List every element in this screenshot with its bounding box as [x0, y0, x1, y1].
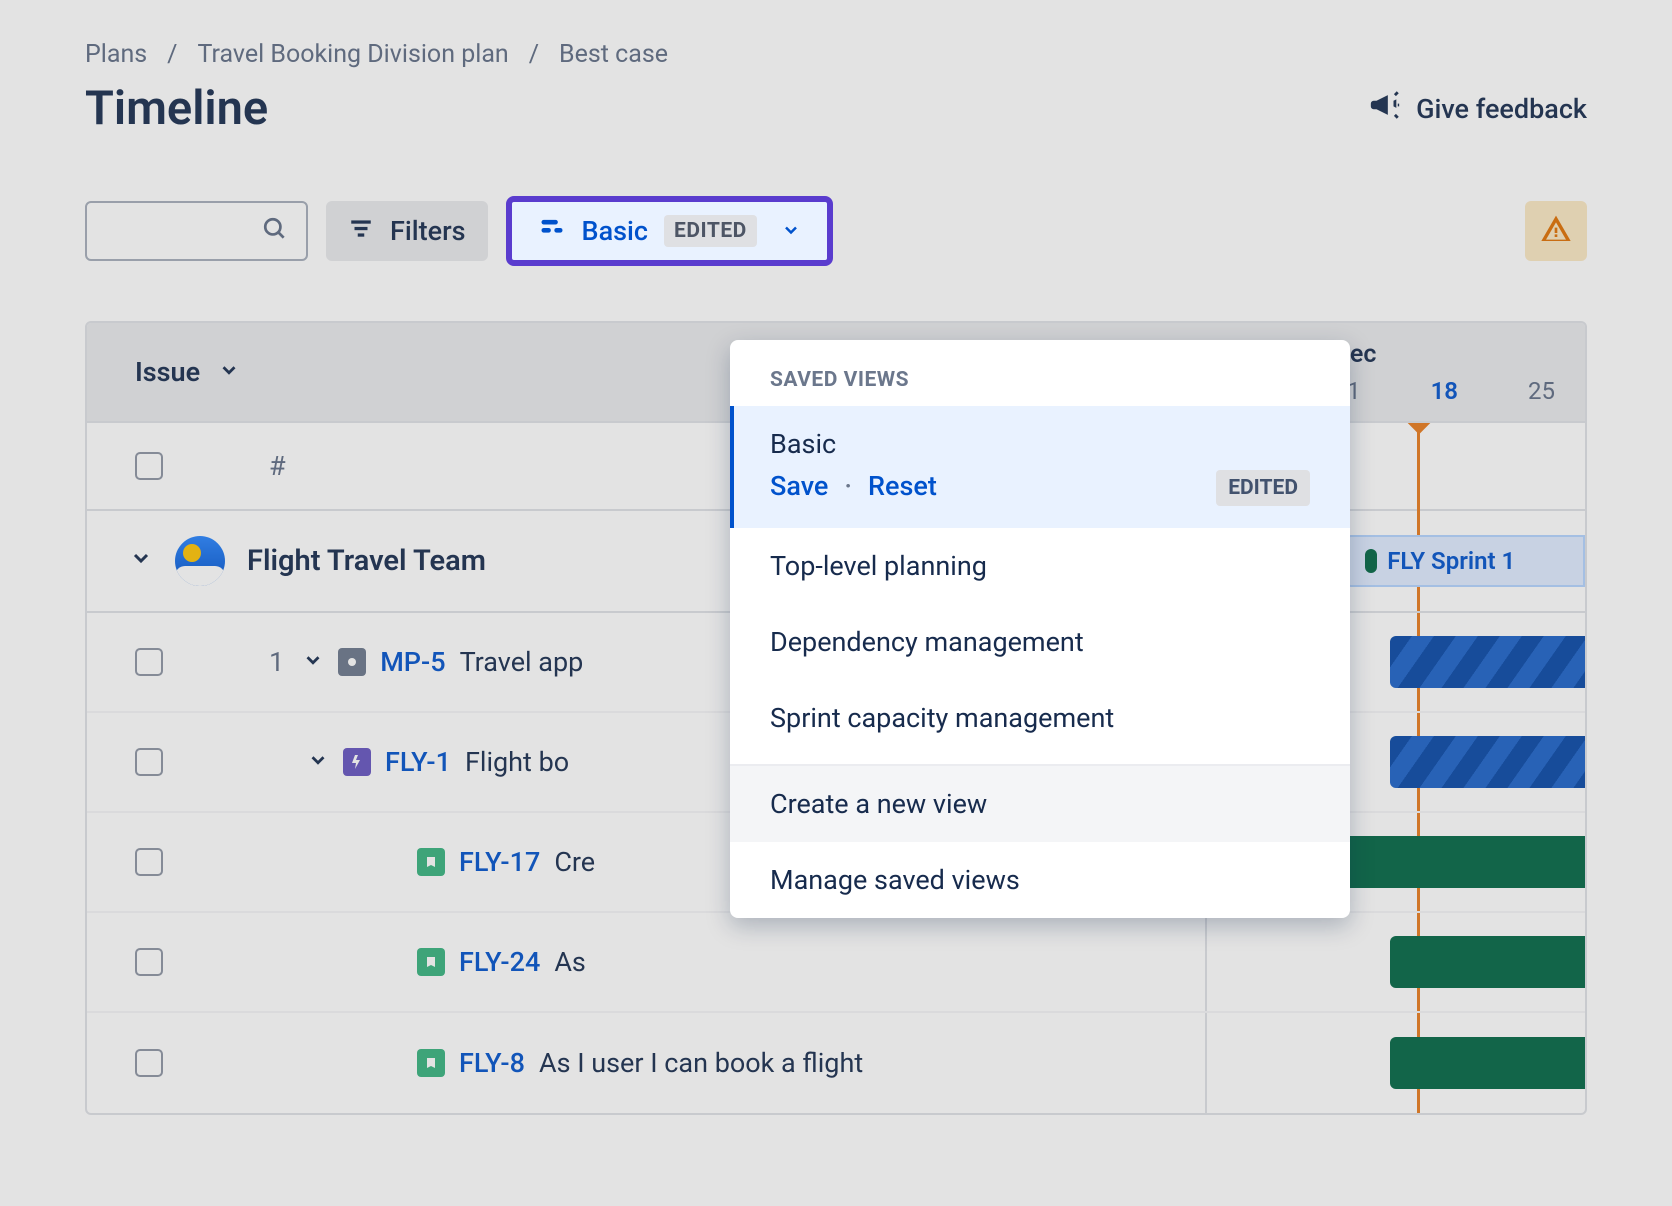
give-feedback-button[interactable]: Give feedback [1368, 88, 1587, 129]
breadcrumb-scenario[interactable]: Best case [559, 40, 668, 69]
view-icon [538, 214, 566, 249]
issue-title: Cre [554, 846, 595, 878]
chevron-down-icon[interactable] [307, 746, 329, 778]
feedback-label: Give feedback [1416, 93, 1587, 125]
row-checkbox[interactable] [135, 648, 163, 676]
issue-column-label: Issue [135, 356, 200, 388]
epic-icon [343, 748, 371, 776]
view-selector-button[interactable]: Basic EDITED [506, 196, 833, 266]
timeline-bar[interactable] [1390, 1037, 1585, 1089]
issue-key[interactable]: FLY-8 [459, 1047, 525, 1079]
story-icon [417, 948, 445, 976]
save-view-link[interactable]: Save [770, 470, 828, 502]
saved-view-name: Basic [770, 428, 1310, 460]
story-icon [417, 848, 445, 876]
chevron-down-icon[interactable] [302, 646, 324, 678]
sprint-pill-active[interactable]: FLY Sprint 1 [1345, 535, 1585, 587]
timeline-bar[interactable] [1390, 636, 1585, 688]
edited-badge: EDITED [1216, 470, 1310, 506]
row-checkbox[interactable] [135, 848, 163, 876]
issue-title: As [554, 946, 586, 978]
issue-type-icon [338, 648, 366, 676]
page-title: Timeline [85, 81, 268, 136]
warning-icon [1540, 213, 1572, 249]
table-row[interactable]: FLY-8 As I user I can book a flight [87, 1013, 1585, 1113]
breadcrumb-plans[interactable]: Plans [85, 40, 147, 69]
issue-title: Travel app [460, 646, 584, 678]
filters-button[interactable]: Filters [326, 201, 488, 261]
date-label: 25 [1528, 377, 1555, 405]
separator-dot: · [844, 470, 852, 502]
saved-views-dropdown: SAVED VIEWS Basic Save · Reset EDITED To… [730, 340, 1350, 918]
saved-view-item[interactable]: Dependency management [730, 604, 1350, 680]
team-avatar-icon [175, 536, 225, 586]
month-label: Dec [1334, 340, 1555, 369]
reset-view-link[interactable]: Reset [868, 470, 937, 502]
issue-key[interactable]: FLY-24 [459, 946, 540, 978]
filters-label: Filters [390, 215, 466, 247]
issue-title: As I user I can book a flight [539, 1047, 863, 1079]
chevron-down-icon[interactable] [129, 544, 153, 578]
row-number: 1 [269, 646, 284, 678]
row-checkbox[interactable] [135, 748, 163, 776]
warnings-button[interactable] [1525, 201, 1587, 261]
issue-key[interactable]: FLY-17 [459, 846, 540, 878]
manage-views-item[interactable]: Manage saved views [730, 842, 1350, 918]
hash-label: # [269, 450, 286, 482]
team-name: Flight Travel Team [247, 544, 486, 578]
breadcrumb-plan-name[interactable]: Travel Booking Division plan [198, 40, 509, 69]
select-all-checkbox[interactable] [135, 452, 163, 480]
saved-view-item[interactable]: Sprint capacity management [730, 680, 1350, 756]
breadcrumb: Plans / Travel Booking Division plan / B… [85, 40, 1587, 69]
story-icon [417, 1049, 445, 1077]
search-icon [262, 216, 288, 246]
issue-key[interactable]: FLY-1 [385, 746, 451, 778]
breadcrumb-separator: / [167, 40, 177, 69]
row-checkbox[interactable] [135, 1049, 163, 1077]
timeline-bar[interactable] [1390, 936, 1585, 988]
timeline-bar[interactable] [1390, 736, 1585, 788]
issue-key[interactable]: MP-5 [380, 646, 445, 678]
filter-icon [348, 215, 374, 248]
table-row[interactable]: FLY-24 As [87, 913, 1585, 1013]
saved-view-item-basic[interactable]: Basic Save · Reset EDITED [730, 406, 1350, 528]
date-label-current: 18 [1431, 377, 1458, 405]
edited-badge: EDITED [664, 215, 757, 247]
issue-column-header[interactable]: Issue [135, 356, 240, 388]
issue-title: Flight bo [465, 746, 569, 778]
create-view-item[interactable]: Create a new view [730, 766, 1350, 842]
date-header: Dec 11 18 25 [1334, 323, 1585, 421]
breadcrumb-separator: / [529, 40, 539, 69]
view-name: Basic [582, 215, 648, 247]
sprint-dot-icon [1365, 549, 1377, 573]
row-checkbox[interactable] [135, 948, 163, 976]
search-input[interactable] [85, 201, 308, 261]
dropdown-section-label: SAVED VIEWS [730, 368, 1350, 406]
chevron-down-icon [218, 356, 240, 388]
megaphone-icon [1368, 88, 1402, 129]
saved-view-item[interactable]: Top-level planning [730, 528, 1350, 604]
chevron-down-icon [781, 215, 801, 247]
